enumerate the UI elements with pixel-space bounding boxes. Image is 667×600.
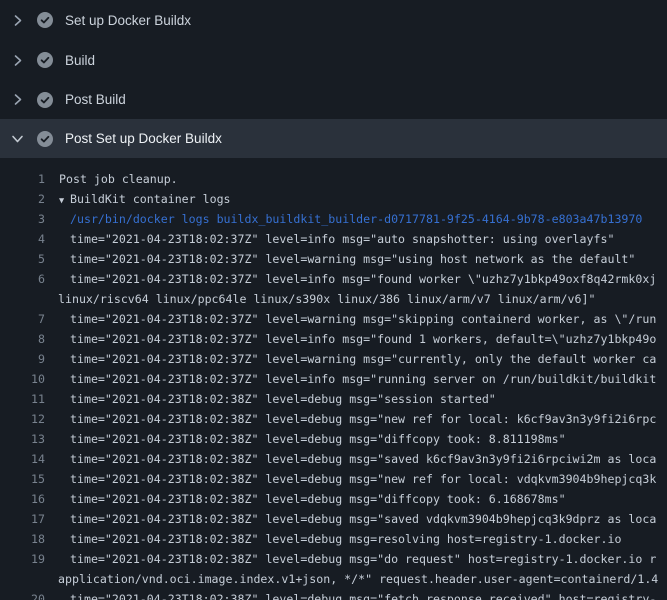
line-number[interactable]: 5 <box>0 249 45 269</box>
log-output: 1 Post job cleanup. 2 ▼BuildKit container l… <box>0 158 667 600</box>
log-line: 7 time="2021-04-23T18:02:37Z" level=warni… <box>0 309 667 329</box>
log-line: 2 ▼BuildKit container logs <box>0 189 667 209</box>
check-circle-icon <box>37 92 53 108</box>
check-circle-icon <box>37 52 53 68</box>
log-line: 9 time="2021-04-23T18:02:37Z" level=warni… <box>0 349 667 369</box>
log-text: time="2021-04-23T18:02:38Z" level=debug … <box>70 392 496 406</box>
line-number[interactable]: 7 <box>0 309 45 329</box>
log-text: time="2021-04-23T18:02:38Z" level=debug … <box>70 592 656 600</box>
log-text: time="2021-04-23T18:02:37Z" level=info m… <box>70 232 614 246</box>
chevron-down-icon <box>11 132 24 145</box>
log-text: time="2021-04-23T18:02:38Z" level=debug … <box>70 452 656 466</box>
log-text: time="2021-04-23T18:02:38Z" level=debug … <box>70 532 621 546</box>
log-line: 4 time="2021-04-23T18:02:37Z" level=info … <box>0 229 667 249</box>
log-line: 14 time="2021-04-23T18:02:38Z" level=debu… <box>0 449 667 469</box>
step-header-set-up-docker-buildx[interactable]: Set up Docker Buildx <box>0 0 667 40</box>
chevron-right-icon <box>11 93 24 106</box>
log-text: time="2021-04-23T18:02:37Z" level=warnin… <box>70 352 656 366</box>
line-number[interactable]: 1 <box>0 169 45 189</box>
log-text: time="2021-04-23T18:02:38Z" level=debug … <box>70 432 566 446</box>
log-line: 6 time="2021-04-23T18:02:37Z" level=info … <box>0 269 667 289</box>
log-text: Post job cleanup. <box>59 172 178 186</box>
step-header-post-build[interactable]: Post Build <box>0 80 667 119</box>
log-text: BuildKit container logs <box>70 192 231 206</box>
step-label: Post Build <box>65 92 126 107</box>
log-line: application/vnd.oci.image.index.v1+json,… <box>0 569 667 589</box>
check-circle-icon <box>37 12 53 28</box>
log-line: 3/usr/bin/docker logs buildx_buildkit_bu… <box>0 209 667 229</box>
actions-log-viewer: Set up Docker Buildx Build Post Build Post … <box>0 0 667 600</box>
log-command-text: /usr/bin/docker logs buildx_buildkit_bui… <box>70 212 642 226</box>
log-line: 18 time="2021-04-23T18:02:38Z" level=debu… <box>0 529 667 549</box>
step-header-build[interactable]: Build <box>0 40 667 80</box>
line-number[interactable]: 2 <box>0 189 45 209</box>
line-number[interactable]: 20 <box>0 589 45 600</box>
group-collapse-triangle-icon[interactable]: ▼ <box>59 191 70 209</box>
log-line: 8 time="2021-04-23T18:02:37Z" level=info … <box>0 329 667 349</box>
log-text: application/vnd.oci.image.index.v1+json,… <box>58 572 658 586</box>
line-number[interactable]: 13 <box>0 429 45 449</box>
step-list: Set up Docker Buildx Build Post Build Post … <box>0 0 667 158</box>
line-number[interactable]: 8 <box>0 329 45 349</box>
step-header-post-set-up-docker-buildx[interactable]: Post Set up Docker Buildx <box>0 119 667 158</box>
log-text: time="2021-04-23T18:02:37Z" level=info m… <box>70 272 656 286</box>
log-line: 1 Post job cleanup. <box>0 169 667 189</box>
log-text: time="2021-04-23T18:02:38Z" level=debug … <box>70 552 656 566</box>
step-label: Set up Docker Buildx <box>65 13 191 28</box>
log-line: 19 time="2021-04-23T18:02:38Z" level=debu… <box>0 549 667 569</box>
log-text: time="2021-04-23T18:02:38Z" level=debug … <box>70 412 656 426</box>
log-text: time="2021-04-23T18:02:38Z" level=debug … <box>70 492 566 506</box>
line-number[interactable]: 15 <box>0 469 45 489</box>
log-text: time="2021-04-23T18:02:37Z" level=warnin… <box>70 252 635 266</box>
line-number[interactable]: 4 <box>0 229 45 249</box>
step-label: Build <box>65 53 95 68</box>
log-text: linux/riscv64 linux/ppc64le linux/s390x … <box>58 292 595 306</box>
log-text: time="2021-04-23T18:02:37Z" level=warnin… <box>70 312 656 326</box>
line-number[interactable]: 19 <box>0 549 45 569</box>
log-line: 13 time="2021-04-23T18:02:38Z" level=debu… <box>0 429 667 449</box>
log-line: linux/riscv64 linux/ppc64le linux/s390x … <box>0 289 667 309</box>
log-line: 10 time="2021-04-23T18:02:37Z" level=info… <box>0 369 667 389</box>
line-number[interactable]: 16 <box>0 489 45 509</box>
line-number[interactable]: 9 <box>0 349 45 369</box>
log-line: 20 time="2021-04-23T18:02:38Z" level=debu… <box>0 589 667 600</box>
check-circle-icon <box>37 131 53 147</box>
log-text: time="2021-04-23T18:02:38Z" level=debug … <box>70 472 656 486</box>
line-number[interactable]: 17 <box>0 509 45 529</box>
log-line: 11 time="2021-04-23T18:02:38Z" level=debu… <box>0 389 667 409</box>
log-text: time="2021-04-23T18:02:37Z" level=info m… <box>70 372 656 386</box>
line-number[interactable]: 11 <box>0 389 45 409</box>
line-number[interactable]: 6 <box>0 269 45 289</box>
log-line: 17 time="2021-04-23T18:02:38Z" level=debu… <box>0 509 667 529</box>
log-line: 16 time="2021-04-23T18:02:38Z" level=debu… <box>0 489 667 509</box>
line-number[interactable]: 3 <box>0 209 45 229</box>
line-number[interactable]: 12 <box>0 409 45 429</box>
chevron-right-icon <box>11 14 24 27</box>
log-line: 5 time="2021-04-23T18:02:37Z" level=warni… <box>0 249 667 269</box>
log-line: 12 time="2021-04-23T18:02:38Z" level=debu… <box>0 409 667 429</box>
log-line: 15 time="2021-04-23T18:02:38Z" level=debu… <box>0 469 667 489</box>
log-text: time="2021-04-23T18:02:37Z" level=info m… <box>70 332 656 346</box>
line-number[interactable]: 10 <box>0 369 45 389</box>
log-text: time="2021-04-23T18:02:38Z" level=debug … <box>70 512 656 526</box>
step-label: Post Set up Docker Buildx <box>65 131 222 146</box>
chevron-right-icon <box>11 54 24 67</box>
line-number[interactable]: 18 <box>0 529 45 549</box>
line-number[interactable]: 14 <box>0 449 45 469</box>
